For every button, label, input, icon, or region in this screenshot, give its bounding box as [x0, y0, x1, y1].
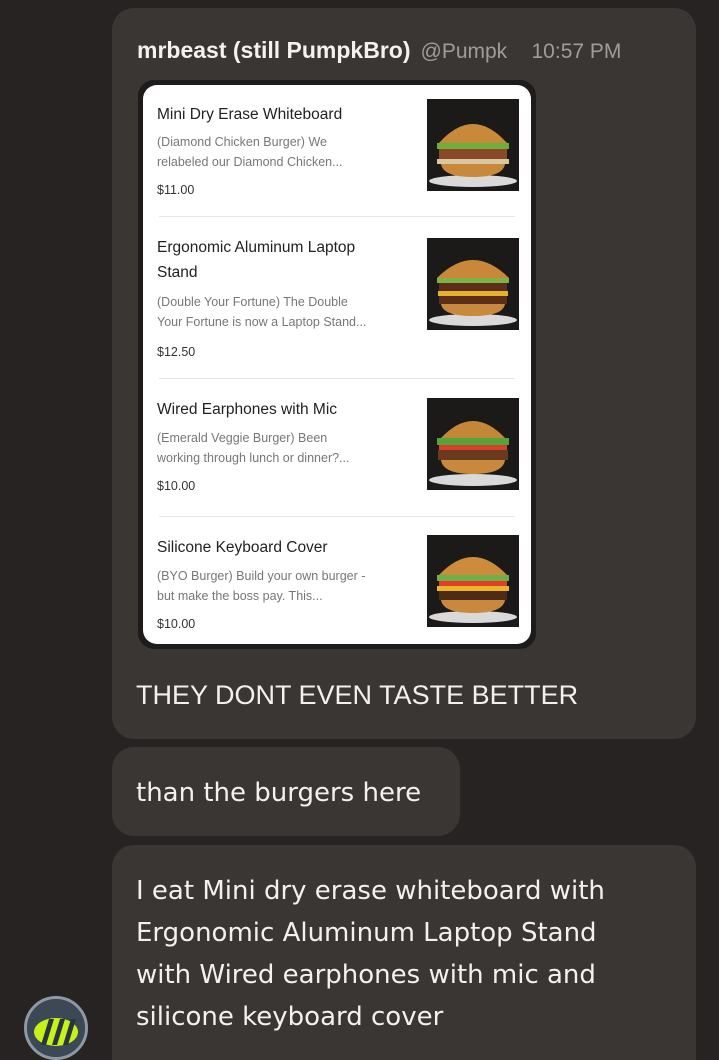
message-text: Ergonomic Aluminum Laptop Stand — [136, 918, 597, 948]
menu-item-title: Wired Earphones with Mic — [157, 401, 338, 418]
menu-item: Silicone Keyboard Cover (BYO Burger) Bui… — [143, 519, 531, 644]
burger-photo — [427, 398, 519, 490]
message-text: I eat Mini dry erase whiteboard with — [136, 876, 605, 906]
menu-item: Wired Earphones with Mic (Emerald Veggie… — [143, 381, 531, 517]
username[interactable]: mrbeast (still PumpkBro) — [137, 37, 411, 64]
burger-photo — [427, 99, 519, 191]
message-text: silicone keyboard cover — [136, 1002, 444, 1032]
menu-item-title: Stand — [157, 264, 198, 281]
menu-item-price: $12.50 — [157, 345, 196, 359]
message-bubble[interactable]: mrbeast (still PumpkBro) @Pumpk 10:57 PM… — [112, 8, 696, 739]
menu-item: Ergonomic Aluminum Laptop Stand (Double … — [143, 219, 531, 379]
user-handle[interactable]: @Pumpk — [421, 40, 513, 64]
divider — [159, 516, 515, 517]
menu-screenshot: Mini Dry Erase Whiteboard (Diamond Chick… — [143, 85, 531, 644]
divider — [159, 378, 515, 379]
menu-item-title: Ergonomic Aluminum Laptop — [157, 239, 356, 256]
menu-item: Mini Dry Erase Whiteboard (Diamond Chick… — [143, 85, 531, 217]
menu-item-description: (Double Your Fortune) The Double — [157, 295, 348, 309]
message-text: than the burgers here — [136, 778, 422, 808]
divider — [159, 216, 515, 217]
message-bubble[interactable]: than the burgers here — [112, 747, 460, 836]
message-header: mrbeast (still PumpkBro) @Pumpk 10:57 PM — [137, 37, 676, 64]
message-text: THEY DONT EVEN TASTE BETTER — [136, 680, 579, 710]
menu-item-price: $10.00 — [157, 479, 196, 493]
menu-item-title: Mini Dry Erase Whiteboard — [157, 106, 343, 123]
menu-item-description: but make the boss pay. This... — [157, 589, 323, 603]
avatar-stripes-icon — [27, 999, 85, 1057]
image-attachment[interactable]: Mini Dry Erase Whiteboard (Diamond Chick… — [138, 80, 536, 649]
menu-item-description: working through lunch or dinner?... — [157, 451, 350, 465]
menu-item-description: (Emerald Veggie Burger) Been — [157, 431, 328, 445]
menu-item-description: relabeled our Diamond Chicken... — [157, 155, 343, 169]
message-bubble[interactable]: I eat Mini dry erase whiteboard with Erg… — [112, 845, 696, 1060]
burger-photo — [427, 238, 519, 330]
menu-item-description: Your Fortune is now a Laptop Stand... — [157, 315, 367, 329]
menu-item-price: $10.00 — [157, 617, 196, 631]
menu-item-title: Silicone Keyboard Cover — [157, 539, 328, 556]
menu-item-price: $11.00 — [157, 183, 195, 197]
burger-photo — [427, 535, 519, 627]
menu-item-description: (Diamond Chicken Burger) We — [157, 135, 327, 149]
timestamp: 10:57 PM — [531, 40, 622, 63]
avatar[interactable] — [24, 996, 88, 1060]
message-text: with Wired earphones with mic and — [136, 960, 596, 990]
menu-item-description: (BYO Burger) Build your own burger - — [157, 569, 366, 583]
